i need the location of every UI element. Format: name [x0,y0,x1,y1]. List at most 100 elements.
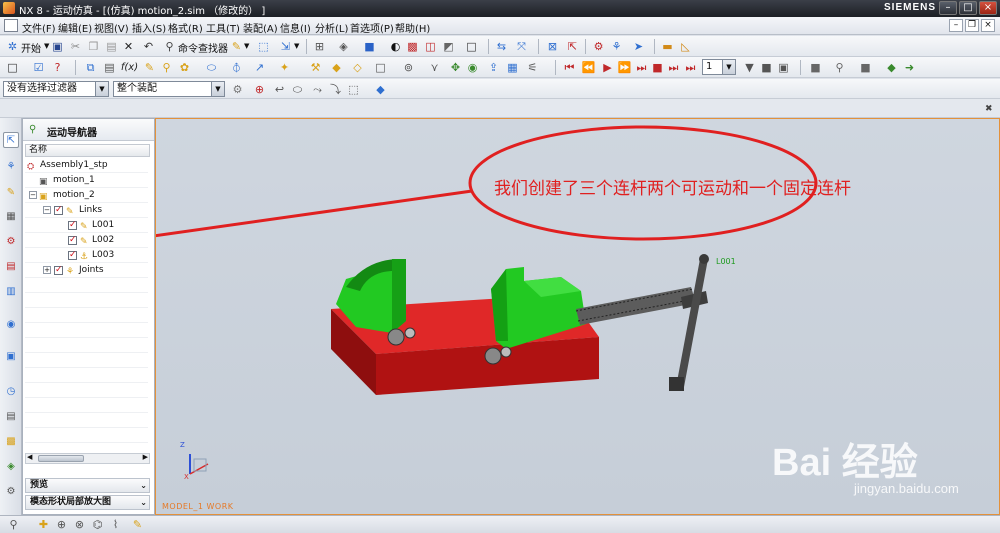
tree-row-joints[interactable]: + ⚘ Joints [25,263,148,278]
start-button[interactable]: 开始 [21,40,41,55]
hint-icon[interactable]: ? [50,60,65,75]
type-filter-dropdown-icon[interactable]: ▼ [95,82,108,96]
save-icon[interactable]: ▣ [50,39,65,54]
resource-system-icon[interactable]: ⚙ [3,483,19,499]
visibility-checkbox[interactable] [68,233,77,248]
mode-shape-section[interactable]: 模态形状局部放大图 ⌄ [25,495,150,510]
render-style-icon[interactable]: ◐ [388,39,403,54]
snap-point-icon[interactable]: ⊕ [252,82,267,97]
visibility-checkbox[interactable] [54,263,63,278]
name-column-header[interactable]: 名称 [25,144,150,157]
status-select-icon[interactable]: ⚲ [6,517,21,532]
resource-part-navigator-icon[interactable]: ✎ [3,184,19,200]
step-select[interactable]: 1 ▼ [702,59,736,75]
horizontal-scrollbar[interactable]: ◀ ▶ [25,453,150,464]
selection-scope-select[interactable]: 整个装配 ▼ [113,81,225,97]
snap-icon[interactable]: ⇲ [278,39,293,54]
resource-reuse-library-icon[interactable]: ▤ [3,258,19,274]
doc-close-button[interactable]: × [981,19,995,32]
selection-icon[interactable]: ⬚ [256,39,271,54]
section-cube-icon[interactable]: ◫ [423,39,438,54]
resource-history-icon[interactable]: ▦ [3,208,19,224]
collapse-toggle-icon[interactable]: − [43,206,51,214]
loop-icon[interactable]: ⏭ [666,60,681,75]
menu-assembly[interactable]: 装配(A) [243,20,278,35]
menu-insert[interactable]: 插入(S) [132,20,166,35]
edit-icon[interactable]: ☑ [31,60,46,75]
collapse-toggle-icon[interactable]: − [29,191,37,199]
resource-palette-icon[interactable]: ▥ [3,283,19,299]
arrow-right-icon[interactable]: ➜ [902,60,917,75]
menu-edit[interactable]: 编辑(E) [58,20,92,35]
status-snap-end-icon[interactable]: ⊕ [54,517,69,532]
start-dropdown-caret[interactable]: ▼ [44,42,49,50]
tree-row-l003[interactable]: ⚓ L003 [25,248,148,263]
menu-file[interactable]: 文件(F) [22,20,56,35]
spring-icon[interactable]: ⦽ [229,60,244,75]
scroll-left-icon[interactable]: ◀ [27,453,32,461]
delete-icon[interactable]: ✕ [121,39,136,54]
filter-settings-icon[interactable]: ⚙ [230,82,245,97]
angle-measure-icon[interactable]: ◺ [678,39,693,54]
status-snap-center-icon[interactable]: ⌬ [90,517,105,532]
background-icon[interactable]: □ [464,39,479,54]
joint-tool-icon[interactable]: ⚲ [159,60,174,75]
ruler-icon[interactable]: ▬ [660,39,675,54]
packaging-icon[interactable]: □ [373,60,388,75]
doc-restore-button[interactable]: ❐ [965,19,979,32]
visibility-checkbox[interactable] [68,248,77,263]
paste-icon[interactable]: ▤ [104,39,119,54]
motion-driver-icon[interactable]: ➤ [631,39,646,54]
document-menu-icon[interactable] [4,19,18,32]
measure-icon[interactable]: ⇱ [565,39,580,54]
solver-icon[interactable]: ⚒ [308,60,323,75]
load-icon[interactable]: ✦ [277,60,292,75]
motion-link-icon[interactable]: ⚙ [591,39,606,54]
resource-clock-icon[interactable]: ◷ [3,383,19,399]
analysis-icon[interactable]: ⊠ [545,39,560,54]
rectangle-select-icon[interactable]: ⬚ [346,82,361,97]
rewind-icon[interactable]: ⏮ [562,60,577,75]
type-filter-select[interactable]: 没有选择过滤器 ▼ [3,81,109,97]
resource-assembly-navigator-icon[interactable]: ⇱ [3,132,19,148]
export-icon[interactable]: ⇪ [486,60,501,75]
resource-roles-icon[interactable]: ◈ [3,458,19,474]
selection-scope-dropdown-icon[interactable]: ▼ [211,82,224,96]
visibility-checkbox[interactable] [54,203,63,218]
command-finder-button[interactable]: 命令查找器 [178,40,228,55]
snap-dropdown-caret[interactable]: ▼ [294,42,299,50]
doc-minimize-button[interactable]: – [949,19,963,32]
animation-settings-icon[interactable]: ▼ [742,60,757,75]
cut-icon[interactable]: ✂ [68,39,83,54]
lighting-icon[interactable]: ⚲ [832,60,847,75]
result-icon[interactable]: ◉ [465,60,480,75]
minimize-button[interactable]: – [939,1,957,15]
menu-preferences[interactable]: 首选项(P) [350,20,394,35]
marker-icon[interactable]: ↗ [252,60,267,75]
new-icon[interactable]: □ [5,60,20,75]
end-icon[interactable]: ⏭ [683,60,698,75]
step-dropdown-icon[interactable]: ▼ [722,60,735,74]
toolbar-options-icon[interactable]: ✖ [985,104,993,114]
orient-view-icon[interactable]: ◈ [336,39,351,54]
tree-row-l002[interactable]: ✎ L002 [25,233,148,248]
select-curves-icon[interactable]: ⤵ [328,82,343,97]
stop-icon[interactable]: ■ [650,60,665,75]
status-snap-icon[interactable]: ✚ [36,517,51,532]
resource-document-icon[interactable]: ▣ [3,348,19,364]
menu-analysis[interactable]: 分析(L) [315,20,348,35]
wcs-icon[interactable]: ⤧ [514,39,529,54]
tree-row-motion-1[interactable]: ▣ motion_1 [25,173,148,188]
resource-constraint-icon[interactable]: ⚘ [3,158,19,174]
step-back-icon[interactable]: ⏪ [581,60,596,75]
visibility-checkbox[interactable] [68,218,77,233]
interference-icon[interactable]: ⋎ [427,60,442,75]
status-snap-curve-icon[interactable]: ⌇ [108,517,123,532]
navigator-pin-icon[interactable]: ⚲ [29,124,36,135]
step-forward-icon[interactable]: ⏩ [617,60,632,75]
start-icon[interactable]: ✲ [5,39,20,54]
resource-motion-navigator-icon[interactable]: ⚙ [3,233,19,249]
select-edges-icon[interactable]: ⤳ [310,82,325,97]
gear-tool-icon[interactable]: ✿ [177,60,192,75]
master-model-icon[interactable]: ▤ [102,60,117,75]
